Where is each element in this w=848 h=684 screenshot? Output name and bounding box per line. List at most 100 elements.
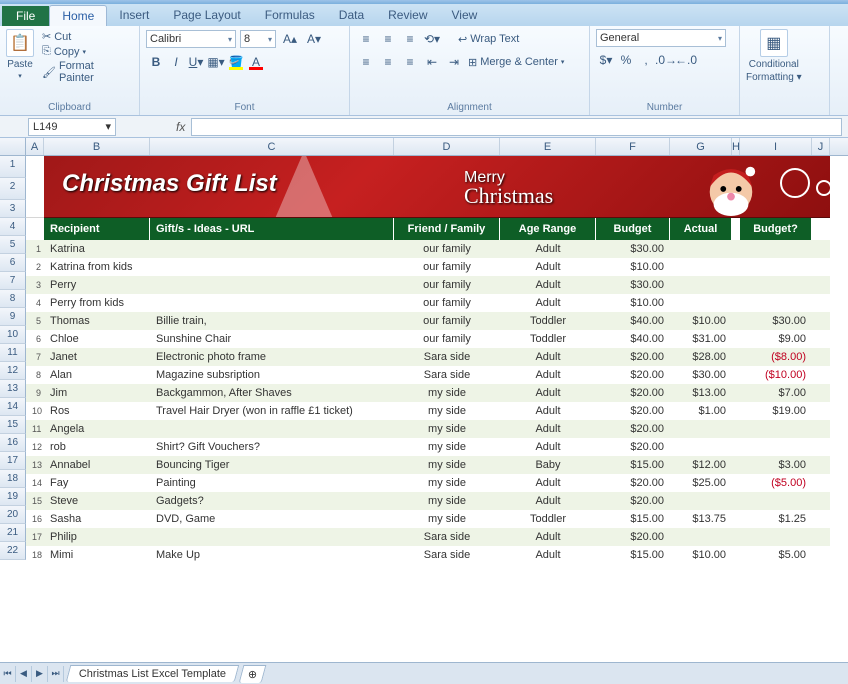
table-cell[interactable]: Bouncing Tiger xyxy=(150,459,394,471)
tab-view[interactable]: View xyxy=(440,5,490,26)
table-cell[interactable]: our family xyxy=(394,315,500,327)
row-header[interactable]: 21 xyxy=(0,524,26,542)
first-sheet-button[interactable]: ⏮ xyxy=(0,666,16,682)
new-sheet-button[interactable]: ⊕ xyxy=(239,665,267,683)
table-cell[interactable]: $30.00 xyxy=(596,279,670,291)
table-cell[interactable]: Toddler xyxy=(500,333,596,345)
table-cell[interactable]: Steve xyxy=(44,495,150,507)
table-cell[interactable]: Adult xyxy=(500,531,596,543)
row-header[interactable]: 15 xyxy=(0,416,26,434)
table-cell[interactable]: DVD, Game xyxy=(150,513,394,525)
table-cell[interactable]: Adult xyxy=(500,369,596,381)
column-header[interactable]: G xyxy=(670,138,732,155)
name-box[interactable]: L149▾ xyxy=(28,118,116,136)
table-cell[interactable]: Katrina from kids xyxy=(44,261,150,273)
row-header[interactable]: 13 xyxy=(0,380,26,398)
prev-sheet-button[interactable]: ◀ xyxy=(16,666,32,682)
paste-button[interactable]: 📋 Paste▾ xyxy=(6,29,34,80)
table-cell[interactable]: $10.00 xyxy=(596,297,670,309)
table-cell[interactable]: $30.00 xyxy=(670,369,732,381)
row-header[interactable]: 12 xyxy=(0,362,26,380)
font-size-select[interactable]: 8▾ xyxy=(240,30,276,48)
table-cell[interactable]: $1.25 xyxy=(740,513,812,525)
table-cell[interactable]: 14 xyxy=(26,478,44,488)
merge-center-button[interactable]: ⊞Merge & Center▾ xyxy=(466,55,566,70)
table-cell[interactable]: Sara side xyxy=(394,369,500,381)
table-cell[interactable]: $13.75 xyxy=(670,513,732,525)
table-cell[interactable]: Thomas xyxy=(44,315,150,327)
tab-formulas[interactable]: Formulas xyxy=(253,5,327,26)
table-cell[interactable]: $31.00 xyxy=(670,333,732,345)
table-cell[interactable]: Ros xyxy=(44,405,150,417)
table-cell[interactable]: $20.00 xyxy=(596,405,670,417)
table-cell[interactable]: $13.00 xyxy=(670,387,732,399)
table-cell[interactable]: my side xyxy=(394,387,500,399)
fill-color-button[interactable]: 🪣 xyxy=(226,52,246,72)
column-header[interactable]: H xyxy=(732,138,740,155)
row-header[interactable]: 11 xyxy=(0,344,26,362)
table-cell[interactable]: Adult xyxy=(500,243,596,255)
table-cell[interactable]: $20.00 xyxy=(596,351,670,363)
table-cell[interactable]: our family xyxy=(394,243,500,255)
table-cell[interactable]: Sara side xyxy=(394,549,500,561)
table-cell[interactable]: ($10.00) xyxy=(740,369,812,381)
table-cell[interactable]: Sunshine Chair xyxy=(150,333,394,345)
table-row[interactable]: 18MimiMake UpSara sideAdult$15.00$10.00$… xyxy=(26,546,830,564)
table-row[interactable]: 17PhilipSara sideAdult$20.00 xyxy=(26,528,830,546)
sheet-tab[interactable]: Christmas List Excel Template xyxy=(66,665,240,682)
inc-decimal-button[interactable]: .0→ xyxy=(656,50,676,70)
table-cell[interactable]: Sara side xyxy=(394,351,500,363)
table-cell[interactable]: our family xyxy=(394,297,500,309)
column-header[interactable]: B xyxy=(44,138,150,155)
conditional-formatting-button[interactable]: ▦ Conditional Formatting ▾ xyxy=(746,29,802,83)
table-cell[interactable]: Adult xyxy=(500,495,596,507)
table-cell[interactable]: my side xyxy=(394,513,500,525)
table-cell[interactable]: Adult xyxy=(500,477,596,489)
row-header[interactable]: 8 xyxy=(0,290,26,308)
indent-dec-button[interactable]: ⇤ xyxy=(422,52,442,72)
table-row[interactable]: 11Angelamy sideAdult$20.00 xyxy=(26,420,830,438)
table-cell[interactable]: rob xyxy=(44,441,150,453)
table-cell[interactable]: $28.00 xyxy=(670,351,732,363)
table-cell[interactable]: Fay xyxy=(44,477,150,489)
table-cell[interactable]: $20.00 xyxy=(596,495,670,507)
row-header[interactable]: 20 xyxy=(0,506,26,524)
table-cell[interactable]: 12 xyxy=(26,442,44,452)
grow-font-button[interactable]: A▴ xyxy=(280,29,300,49)
row-header[interactable]: 14 xyxy=(0,398,26,416)
row-header[interactable]: 9 xyxy=(0,308,26,326)
align-top-button[interactable]: ≡ xyxy=(356,29,376,49)
table-cell[interactable]: my side xyxy=(394,441,500,453)
table-cell[interactable]: 3 xyxy=(26,280,44,290)
column-header[interactable]: I xyxy=(740,138,812,155)
table-cell[interactable]: Make Up xyxy=(150,549,394,561)
table-cell[interactable]: our family xyxy=(394,333,500,345)
table-cell[interactable]: Sara side xyxy=(394,531,500,543)
align-left-button[interactable]: ≡ xyxy=(356,52,376,72)
row-header[interactable]: 17 xyxy=(0,452,26,470)
table-cell[interactable]: 11 xyxy=(26,424,44,434)
table-row[interactable]: 14FayPaintingmy sideAdult$20.00$25.00($5… xyxy=(26,474,830,492)
table-cell[interactable]: Billie train, xyxy=(150,315,394,327)
table-row[interactable]: 9JimBackgammon, After Shavesmy sideAdult… xyxy=(26,384,830,402)
table-cell[interactable]: $30.00 xyxy=(740,315,812,327)
next-sheet-button[interactable]: ▶ xyxy=(32,666,48,682)
row-header[interactable]: 3 xyxy=(0,200,26,218)
table-row[interactable]: 3Perryour familyAdult$30.00 xyxy=(26,276,830,294)
table-cell[interactable]: 16 xyxy=(26,514,44,524)
table-cell[interactable]: our family xyxy=(394,279,500,291)
align-right-button[interactable]: ≡ xyxy=(400,52,420,72)
table-row[interactable]: 2Katrina from kidsour familyAdult$10.00 xyxy=(26,258,830,276)
table-row[interactable]: 13AnnabelBouncing Tigermy sideBaby$15.00… xyxy=(26,456,830,474)
row-header[interactable]: 6 xyxy=(0,254,26,272)
table-cell[interactable]: my side xyxy=(394,405,500,417)
column-header[interactable]: A xyxy=(26,138,44,155)
font-color-button[interactable]: A xyxy=(246,52,266,72)
table-cell[interactable]: 4 xyxy=(26,298,44,308)
align-middle-button[interactable]: ≡ xyxy=(378,29,398,49)
number-format-select[interactable]: General▾ xyxy=(596,29,726,47)
tab-data[interactable]: Data xyxy=(327,5,376,26)
table-cell[interactable]: Janet xyxy=(44,351,150,363)
table-cell[interactable]: Travel Hair Dryer (won in raffle £1 tick… xyxy=(150,405,394,417)
table-cell[interactable]: 1 xyxy=(26,244,44,254)
